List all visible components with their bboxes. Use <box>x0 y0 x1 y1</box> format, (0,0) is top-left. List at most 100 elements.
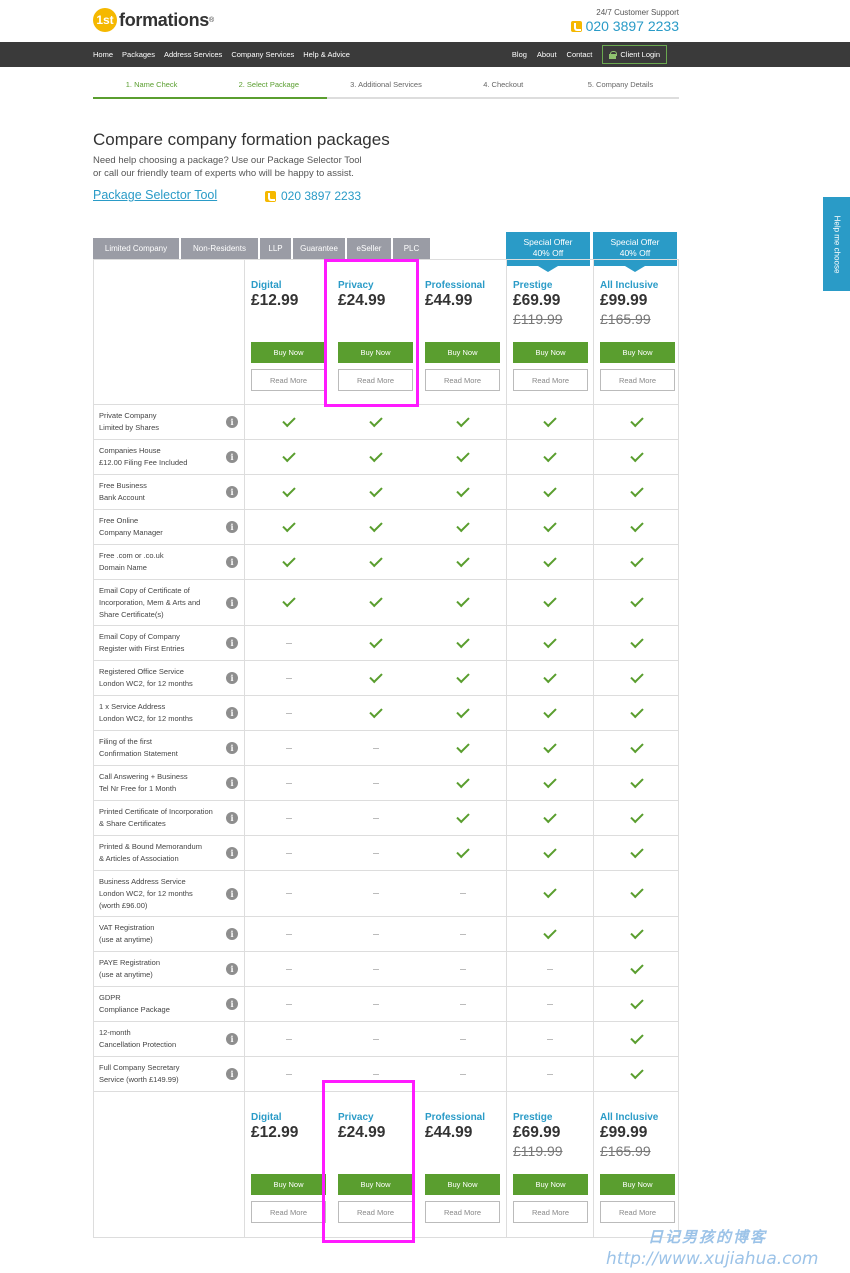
nav-packages[interactable]: Packages <box>122 50 155 59</box>
check-icon <box>630 1065 644 1079</box>
package-price: £69.99 <box>513 1124 561 1141</box>
info-icon[interactable]: i <box>226 521 238 533</box>
step-additional-services: 3. Additional Services <box>327 78 445 99</box>
read-more-button-digital[interactable]: Read More <box>251 369 326 391</box>
checkout-steps: 1. Name Check 2. Select Package 3. Addit… <box>93 78 680 99</box>
client-login-button[interactable]: Client Login <box>602 45 667 64</box>
feature-mark-cell <box>245 440 332 474</box>
info-icon[interactable]: i <box>226 672 238 684</box>
info-icon[interactable]: i <box>226 928 238 940</box>
check-icon <box>543 483 557 497</box>
tab-non-residents[interactable]: Non-Residents <box>181 238 258 259</box>
tab-plc[interactable]: PLC <box>393 238 430 259</box>
info-icon[interactable]: i <box>226 596 238 609</box>
info-icon[interactable]: i <box>226 486 238 498</box>
intro-phone[interactable]: 020 3897 2233 <box>265 189 361 203</box>
nav-company-services[interactable]: Company Services <box>231 50 294 59</box>
feature-label-cell: Email Copy of Company Register with First… <box>94 625 245 661</box>
read-more-button-digital[interactable]: Read More <box>251 1201 326 1223</box>
read-more-button-prestige[interactable]: Read More <box>513 369 588 391</box>
feature-mark-cell <box>593 801 680 835</box>
dash-icon <box>285 712 292 714</box>
info-icon[interactable]: i <box>226 847 238 859</box>
nav-address-services[interactable]: Address Services <box>164 50 222 59</box>
check-icon <box>630 553 644 567</box>
feature-row: Companies House £12.00 Filing Fee Include… <box>94 439 680 475</box>
info-icon[interactable]: i <box>226 416 238 428</box>
header-package-prestige: Prestige £69.99 £119.99 Buy Now Read More <box>506 260 593 404</box>
feature-label-line: Share Certificate(s) <box>99 609 164 619</box>
feature-mark-cell <box>332 545 419 579</box>
read-more-button-professional[interactable]: Read More <box>425 1201 500 1223</box>
feature-mark-cell <box>419 801 506 835</box>
info-icon[interactable]: i <box>226 1068 238 1080</box>
info-icon[interactable]: i <box>226 707 238 719</box>
tab-limited-company[interactable]: Limited Company <box>93 238 179 259</box>
feature-mark-cell <box>419 696 506 730</box>
info-icon[interactable]: i <box>226 812 238 824</box>
info-icon[interactable]: i <box>226 998 238 1010</box>
buy-now-button-digital[interactable]: Buy Now <box>251 1174 326 1195</box>
watermark-title: 日记男孩的博客 <box>648 1228 768 1246</box>
feature-mark-cell <box>245 801 332 835</box>
feature-mark-cell <box>506 801 593 835</box>
feature-label-cell: 12-month Cancellation Protection i <box>94 1021 245 1057</box>
info-icon[interactable]: i <box>226 963 238 975</box>
nav-blog[interactable]: Blog <box>512 50 527 59</box>
nav-help-advice[interactable]: Help & Advice <box>303 50 350 59</box>
check-icon <box>630 960 644 974</box>
read-more-button-all-inclusive[interactable]: Read More <box>600 369 675 391</box>
info-icon[interactable]: i <box>226 1033 238 1045</box>
feature-mark-cell <box>245 987 332 1021</box>
info-icon[interactable]: i <box>226 742 238 754</box>
nav-about[interactable]: About <box>537 50 557 59</box>
buy-now-button-prestige[interactable]: Buy Now <box>513 342 588 363</box>
feature-label: Filing of the first Confirmation Statemen… <box>99 736 178 760</box>
tab-guarantee[interactable]: Guarantee <box>293 238 345 259</box>
info-icon[interactable]: i <box>226 637 238 649</box>
dash-icon <box>372 1003 379 1005</box>
info-icon[interactable]: i <box>226 887 238 900</box>
check-icon <box>630 413 644 427</box>
read-more-button-prestige[interactable]: Read More <box>513 1201 588 1223</box>
tab-llp[interactable]: LLP <box>260 238 291 259</box>
check-icon <box>543 669 557 683</box>
step-select-package[interactable]: 2. Select Package <box>210 78 328 99</box>
info-icon[interactable]: i <box>226 556 238 568</box>
buy-now-button-all-inclusive[interactable]: Buy Now <box>600 342 675 363</box>
buy-now-button-digital[interactable]: Buy Now <box>251 342 326 363</box>
feature-row: PAYE Registration (use at anytime) i <box>94 951 678 987</box>
feature-row: Email Copy of Certificate of Incorporatio… <box>94 578 678 627</box>
feature-mark-cell <box>332 836 419 870</box>
dash-icon <box>285 782 292 784</box>
footer-package-prestige: Prestige £69.99 £119.99 Buy Now Read More <box>506 1092 593 1237</box>
feature-label-line: London WC2, for 12 months <box>99 679 193 688</box>
step-name-check[interactable]: 1. Name Check <box>93 78 211 99</box>
buy-now-button-all-inclusive[interactable]: Buy Now <box>600 1174 675 1195</box>
feature-label-line: Full Company Secretary <box>99 1063 180 1072</box>
check-icon <box>630 809 644 823</box>
info-icon[interactable]: i <box>226 451 238 463</box>
feature-label-cell: Business Address Service London WC2, for … <box>94 869 245 918</box>
info-icon[interactable]: i <box>226 777 238 789</box>
feature-label-line: Confirmation Statement <box>99 749 178 758</box>
nav-home[interactable]: Home <box>93 50 113 59</box>
nav-contact[interactable]: Contact <box>567 50 593 59</box>
feature-label: Email Copy of Company Register with First… <box>99 631 184 655</box>
read-more-button-professional[interactable]: Read More <box>425 369 500 391</box>
package-selector-link[interactable]: Package Selector Tool <box>93 188 217 202</box>
check-icon <box>455 809 470 823</box>
feature-mark-cell <box>593 440 680 474</box>
buy-now-button-professional[interactable]: Buy Now <box>425 342 500 363</box>
buy-now-button-professional[interactable]: Buy Now <box>425 1174 500 1195</box>
support-phone[interactable]: 020 3897 2233 <box>570 18 679 34</box>
feature-label-line: Email Copy of Company <box>99 632 180 641</box>
feature-label-cell: Free Online Company Manager i <box>94 509 245 545</box>
logo[interactable]: 1st formations ® <box>93 8 214 32</box>
buy-now-button-prestige[interactable]: Buy Now <box>513 1174 588 1195</box>
read-more-button-all-inclusive[interactable]: Read More <box>600 1201 675 1223</box>
feature-label: Private Company Limited by Shares <box>99 410 159 434</box>
tab-eseller[interactable]: eSeller <box>347 238 391 259</box>
help-me-choose-tab[interactable]: Help me choose <box>823 197 850 291</box>
feature-label-line: Private Company <box>99 411 157 420</box>
